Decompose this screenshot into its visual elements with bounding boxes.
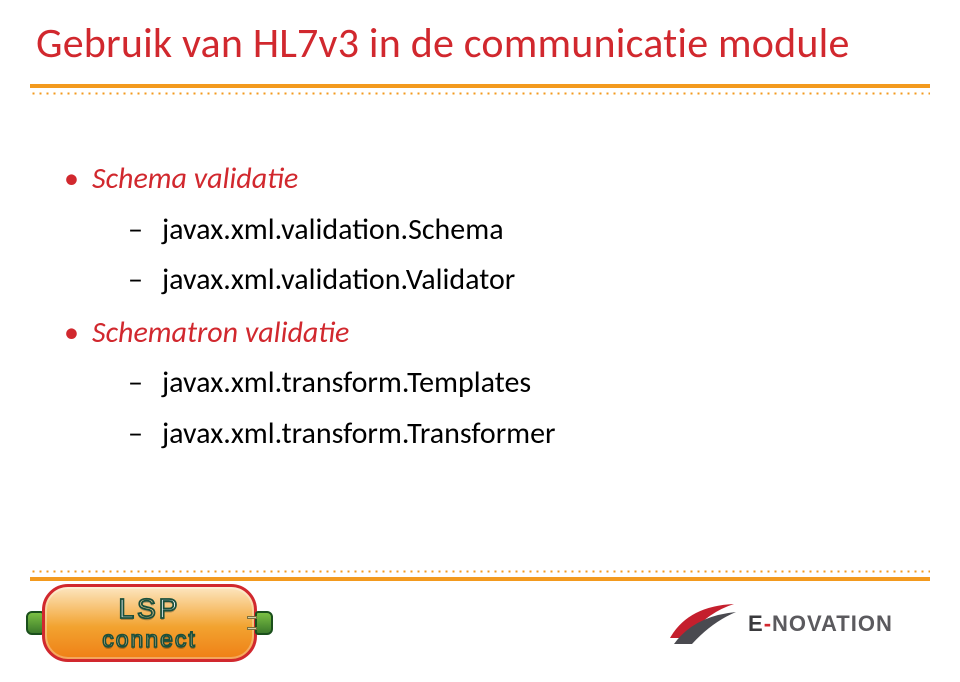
footer-dots [30, 570, 930, 573]
content-area: Schema validatie javax.xml.validation.Sc… [60, 150, 900, 461]
item-validator: javax.xml.validation.Validator [92, 257, 900, 304]
slide-title: Gebruik van HL7v3 in de communicatie mod… [36, 18, 924, 69]
item-transformer: javax.xml.transform.Transformer [92, 411, 900, 458]
bullet-schematron-validatie: Schematron validatie [60, 310, 900, 357]
lsp-text-top: LSP [45, 593, 254, 625]
divider-dotted [30, 92, 930, 95]
bullet-schema-validatie: Schema validatie [60, 156, 900, 203]
lsp-logo-body: LSP connect [42, 584, 257, 662]
footer-divider [30, 570, 930, 581]
item-schema: javax.xml.validation.Schema [92, 207, 900, 254]
enovation-text: E-NOVATION [748, 611, 893, 637]
footer: LSP connect E-NOVATION [30, 570, 930, 660]
enovation-logo: E-NOVATION [668, 596, 918, 652]
slide: Gebruik van HL7v3 in de communicatie mod… [0, 0, 960, 682]
footer-solid [30, 577, 930, 581]
swoosh-icon [668, 598, 738, 650]
divider-solid [30, 84, 930, 88]
lsp-text-bottom: connect [45, 626, 254, 653]
plug-right-icon [251, 611, 281, 635]
lsp-connect-logo: LSP connect [42, 584, 257, 662]
item-templates: javax.xml.transform.Templates [92, 360, 900, 407]
title-divider [30, 84, 930, 102]
